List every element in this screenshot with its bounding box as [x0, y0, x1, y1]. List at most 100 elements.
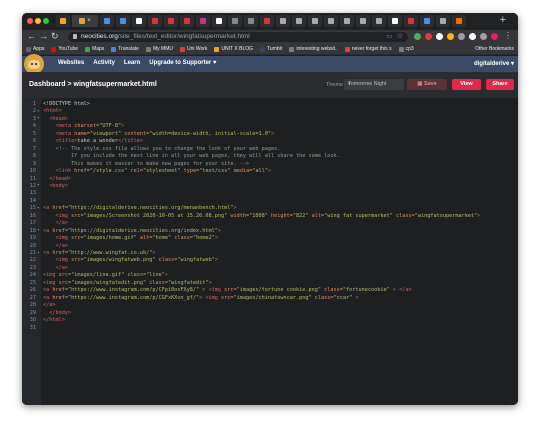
- bookmark-never-forget[interactable]: never forget this s: [344, 46, 392, 52]
- cast-icon[interactable]: ▭: [386, 33, 392, 40]
- browser-tab[interactable]: [100, 15, 114, 27]
- extension-icon[interactable]: [414, 33, 421, 40]
- view-button[interactable]: View: [452, 79, 481, 90]
- bookmark-translate[interactable]: Translate: [111, 46, 139, 52]
- extension-icon[interactable]: [469, 33, 476, 40]
- code-line[interactable]: </body>: [43, 310, 71, 316]
- browser-tab[interactable]: [180, 15, 194, 27]
- bookmark-youtube[interactable]: YouTube: [51, 46, 78, 52]
- code-line[interactable]: </html>: [43, 317, 65, 323]
- browser-tab[interactable]: [132, 15, 146, 27]
- code-line[interactable]: <a href="https://www.instagram.com/p/CFp…: [43, 287, 412, 293]
- browser-tab[interactable]: [196, 15, 210, 27]
- code-line[interactable]: <a href="https://www.instagram.com/p/CGF…: [43, 295, 359, 301]
- bookmark-tumblr[interactable]: Tumblr: [260, 46, 282, 52]
- maximize-window-icon[interactable]: [43, 18, 49, 24]
- new-tab-icon[interactable]: +: [500, 14, 506, 26]
- code-line[interactable]: <img src="images/line.gif" class="line">: [43, 272, 168, 278]
- browser-tab[interactable]: [372, 15, 386, 27]
- browser-tab[interactable]: [292, 15, 306, 27]
- fold-toggle-icon[interactable]: ▾: [37, 116, 40, 121]
- browser-tab[interactable]: [388, 15, 402, 27]
- code-line[interactable]: <html>: [43, 108, 62, 114]
- bookmark-maps[interactable]: Maps: [85, 46, 104, 52]
- nav-learn[interactable]: Learn: [124, 60, 140, 66]
- minimize-window-icon[interactable]: [35, 18, 41, 24]
- browser-tab[interactable]: [276, 15, 290, 27]
- bookmark-interesting[interactable]: interesting websit..: [289, 46, 338, 52]
- browser-tab[interactable]: [436, 15, 450, 27]
- reload-icon[interactable]: ↻: [51, 31, 59, 42]
- fold-toggle-icon[interactable]: ▾: [37, 251, 40, 256]
- extension-icon[interactable]: [436, 33, 443, 40]
- browser-tab[interactable]: [164, 15, 178, 27]
- bookmark-my-mmu[interactable]: My MMU: [145, 46, 173, 52]
- bookmark-cp3[interactable]: cp3: [398, 46, 414, 52]
- code-line[interactable]: <img src="images/wingfatweb.png" class="…: [43, 257, 218, 263]
- theme-select[interactable]: Tomorrow Night ▾: [344, 79, 404, 90]
- browser-tab[interactable]: [148, 15, 162, 27]
- puzzle-icon[interactable]: [480, 33, 487, 40]
- code-editor[interactable]: 1 2 ▾ 3 ▾ 4 5 6 7 8 9 10 11 12 ▾ 13 14 15 ▾ 16 17 18 ▾ 19 20 21 ▾ 2…: [22, 98, 518, 405]
- extension-icon[interactable]: [425, 33, 432, 40]
- browser-tab[interactable]: [260, 15, 274, 27]
- fold-toggle-icon[interactable]: ▾: [37, 109, 40, 114]
- code-line[interactable]: </a>: [43, 220, 69, 226]
- browser-tab[interactable]: [228, 15, 242, 27]
- save-button[interactable]: ▣ Save: [407, 79, 447, 90]
- browser-tab[interactable]: [452, 15, 466, 27]
- bookmark-uni-work[interactable]: Uni Work: [179, 46, 207, 52]
- code-line[interactable]: <body>: [43, 183, 68, 189]
- browser-tab[interactable]: [212, 15, 226, 27]
- breadcrumb[interactable]: Dashboard > wingfatsupermarket.html: [29, 81, 157, 88]
- user-menu[interactable]: digitalderive ▾: [474, 60, 514, 67]
- code-line[interactable]: <a href="https://digitalderive.neocities…: [43, 228, 221, 234]
- extension-icon[interactable]: [458, 33, 465, 40]
- forward-icon[interactable]: →: [39, 31, 48, 41]
- close-window-icon[interactable]: [27, 18, 33, 24]
- other-bookmarks[interactable]: Other Bookmarks: [475, 46, 514, 52]
- back-icon[interactable]: ←: [27, 31, 36, 41]
- address-bar[interactable]: neocities.org/site_files/text_editor/win…: [68, 32, 408, 42]
- code-line[interactable]: <meta charset="UTF-8">: [43, 123, 125, 129]
- nav-activity[interactable]: Activity: [93, 60, 115, 66]
- menu-dots-icon[interactable]: ⋮: [504, 31, 512, 40]
- browser-tab[interactable]: [356, 15, 370, 27]
- bookmark-star-icon[interactable]: ☆: [397, 32, 403, 40]
- code-line[interactable]: </a>: [43, 302, 56, 308]
- browser-tab-active[interactable]: ×: [72, 15, 98, 27]
- fold-toggle-icon[interactable]: ▾: [37, 228, 40, 233]
- code-line[interactable]: <meta name="viewport" content="width=dev…: [43, 131, 275, 137]
- browser-tab[interactable]: [324, 15, 338, 27]
- fold-toggle-icon[interactable]: ▾: [37, 183, 40, 188]
- code-line[interactable]: <a href="https://digitalderive.neocities…: [43, 205, 237, 211]
- browser-tab[interactable]: [404, 15, 418, 27]
- code-line[interactable]: <img src="images/wingfatedit.png" class=…: [43, 280, 212, 286]
- browser-tab[interactable]: [340, 15, 354, 27]
- profile-avatar-icon[interactable]: [491, 33, 498, 40]
- bookmark-apps[interactable]: Apps: [26, 46, 44, 52]
- code-line[interactable]: <a href="http://www.wingfat.co.uk/">: [43, 250, 155, 256]
- browser-tab[interactable]: [420, 15, 434, 27]
- code-line[interactable]: <img src="images/Screenshot 2020-10-05 a…: [43, 213, 481, 219]
- code-line[interactable]: <head>: [43, 116, 68, 122]
- browser-tab[interactable]: [308, 15, 322, 27]
- share-button[interactable]: Share: [486, 79, 514, 90]
- code-line[interactable]: This makes it easier to make new pages f…: [43, 161, 249, 167]
- neocities-logo-icon[interactable]: [24, 54, 44, 74]
- extension-icon[interactable]: [447, 33, 454, 40]
- browser-tab[interactable]: [244, 15, 258, 27]
- code-line[interactable]: <img src="images/home.gif" alt="home" cl…: [43, 235, 218, 241]
- code-line[interactable]: <!DOCTYPE html>: [43, 101, 90, 107]
- code-line[interactable]: </a>: [43, 243, 69, 249]
- bookmark-unit-x-blog[interactable]: UNIT X BLOG: [214, 46, 253, 52]
- fold-toggle-icon[interactable]: ▾: [37, 206, 40, 211]
- nav-upgrade[interactable]: Upgrade to Supporter ♥: [149, 60, 216, 66]
- code-line[interactable]: </head>: [43, 176, 71, 182]
- code-line[interactable]: </a>: [43, 265, 69, 271]
- code-line[interactable]: <title>take a wonder</title>: [43, 138, 143, 144]
- browser-tab[interactable]: [116, 15, 130, 27]
- nav-websites[interactable]: Websites: [58, 60, 84, 66]
- code-line[interactable]: If you include the next line in all your…: [43, 153, 340, 159]
- browser-tab[interactable]: [56, 15, 70, 27]
